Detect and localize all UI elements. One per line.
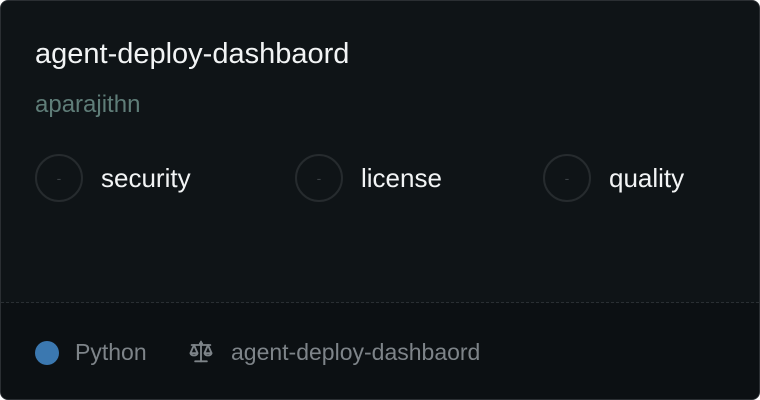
language-label: Python xyxy=(75,339,147,365)
language-color-dot xyxy=(35,340,59,365)
card-footer: Python agent-deploy-dashbaord xyxy=(1,303,759,399)
repo-card[interactable]: agent-deploy-dashbaord aparajithn - secu… xyxy=(0,0,760,400)
license-label: license xyxy=(361,162,442,193)
quality-label: quality xyxy=(609,162,685,193)
metric-quality: - quality xyxy=(543,154,684,202)
license-info: agent-deploy-dashbaord xyxy=(187,338,480,366)
license-score-ring: - xyxy=(295,154,343,202)
license-score-value: - xyxy=(316,170,322,186)
scale-icon xyxy=(187,338,215,366)
metric-license: - license xyxy=(295,154,442,202)
language-info: Python xyxy=(35,339,147,366)
repo-name[interactable]: agent-deploy-dashbaord xyxy=(35,35,349,73)
metric-security: - security xyxy=(35,154,191,202)
repo-owner[interactable]: aparajithn xyxy=(35,89,140,121)
security-label: security xyxy=(101,162,191,193)
quality-score-value: - xyxy=(564,170,570,186)
security-score-ring: - xyxy=(35,154,83,202)
license-text: agent-deploy-dashbaord xyxy=(231,338,481,365)
quality-score-ring: - xyxy=(543,154,591,202)
security-score-value: - xyxy=(56,170,62,186)
